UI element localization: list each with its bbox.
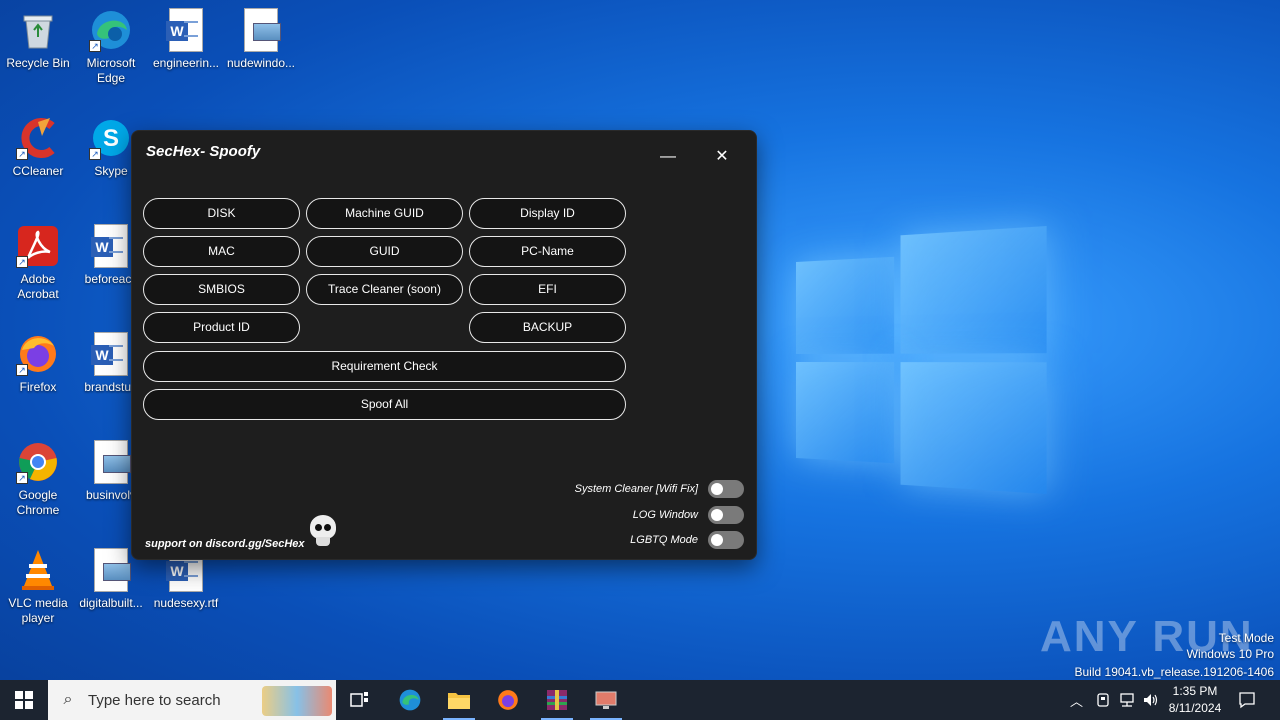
skull-icon — [308, 515, 338, 549]
close-button[interactable]: ✕ — [707, 145, 737, 169]
tray-volume-icon[interactable] — [1142, 680, 1160, 720]
lgbtq-mode-switch[interactable] — [708, 531, 744, 549]
desktop-icon-label: VLC media player — [8, 596, 68, 625]
desktop-icon-label: Firefox — [19, 380, 57, 394]
task-view-icon — [350, 692, 368, 707]
taskbar: ⌕ Type here to search ︿ 1:35 PM 8/11/202… — [0, 680, 1280, 720]
search-placeholder: Type here to search — [88, 691, 221, 709]
machine-guid-button[interactable]: Machine GUID — [306, 198, 463, 229]
image-file-icon — [94, 440, 131, 484]
display-id-button[interactable]: Display ID — [469, 198, 626, 229]
backup-button[interactable]: BACKUP — [469, 312, 626, 343]
windows-edition-text: Windows 10 Pro — [1186, 647, 1274, 661]
desktop-icon-google-chrome[interactable]: ↗ Google Chrome — [0, 440, 76, 518]
desktop-icon-vlc[interactable]: VLC media player — [0, 548, 76, 626]
smbios-button[interactable]: SMBIOS — [143, 274, 300, 305]
chevron-up-icon: ︿ — [1070, 693, 1084, 709]
image-file-icon — [244, 8, 281, 52]
image-file-icon — [94, 548, 131, 592]
acrobat-icon: ↗ — [16, 224, 60, 268]
desktop-icon-adobe-acrobat[interactable]: ↗ Adobe Acrobat — [0, 224, 76, 302]
chrome-icon: ↗ — [16, 440, 60, 484]
recycle-bin-icon — [16, 8, 60, 52]
taskbar-clock[interactable]: 1:35 PM 8/11/2024 — [1160, 683, 1230, 717]
sechex-spoofy-window: SecHex- Spoofy — ✕ DISK Machine GUID Dis… — [131, 130, 757, 560]
svg-text:S: S — [103, 125, 119, 152]
desktop-icon-label: engineerin... — [152, 56, 220, 70]
taskbar-file-explorer[interactable] — [435, 680, 483, 720]
desktop-icon-recycle-bin[interactable]: Recycle Bin — [0, 8, 76, 71]
speaker-icon — [1144, 694, 1158, 706]
app-window-icon — [595, 691, 617, 709]
network-icon — [1120, 693, 1134, 707]
desktop-icon-label: digitalbuilt... — [79, 596, 143, 610]
toggle-label: LGBTQ Mode — [630, 534, 698, 546]
requirement-check-button[interactable]: Requirement Check — [143, 351, 626, 382]
desktop-icon-label: nudesexy.rtf — [153, 596, 219, 610]
tray-device-icon[interactable] — [1095, 680, 1111, 720]
support-link[interactable]: support on discord.gg/SecHex — [145, 538, 305, 550]
build-text: Build 19041.vb_release.191206-1406 — [1074, 665, 1275, 679]
desktop-icon-ccleaner[interactable]: ↗ CCleaner — [0, 116, 76, 179]
desktop-icon-edge[interactable]: ↗ Microsoft Edge — [73, 8, 149, 86]
toggle-label: System Cleaner [Wifi Fix] — [574, 483, 698, 495]
minimize-button[interactable]: — — [653, 145, 683, 169]
notification-icon — [1239, 692, 1255, 709]
search-highlight-image — [262, 686, 332, 716]
desktop-icon-label: Microsoft Edge — [86, 56, 136, 85]
firefox-icon: ↗ — [16, 332, 60, 376]
disk-button[interactable]: DISK — [143, 198, 300, 229]
clock-time: 1:35 PM — [1172, 684, 1218, 698]
desktop-icon-label: Google Chrome — [16, 488, 60, 517]
clock-date: 8/11/2024 — [1168, 701, 1222, 715]
word-document-icon: W — [91, 332, 128, 376]
toggle-system-cleaner[interactable]: System Cleaner [Wifi Fix] — [575, 479, 744, 499]
desktop-icon-label: Adobe Acrobat — [17, 272, 59, 301]
window-title: SecHex- Spoofy — [146, 143, 261, 160]
windows-wallpaper-logo — [796, 225, 1047, 495]
usb-device-icon — [1097, 693, 1109, 707]
desktop-icon-firefox[interactable]: ↗ Firefox — [0, 332, 76, 395]
mac-button[interactable]: MAC — [143, 236, 300, 267]
toggle-label: LOG Window — [632, 509, 698, 521]
efi-button[interactable]: EFI — [469, 274, 626, 305]
system-cleaner-switch[interactable] — [708, 480, 744, 498]
toggle-lgbtq-mode[interactable]: LGBTQ Mode — [630, 530, 744, 550]
ccleaner-icon: ↗ — [16, 116, 60, 160]
product-id-button[interactable]: Product ID — [143, 312, 300, 343]
desktop-icon-label: CCleaner — [12, 164, 64, 178]
desktop-icon-label: Recycle Bin — [6, 56, 70, 70]
desktop-icon-nudewindo[interactable]: nudewindo... — [223, 8, 299, 71]
spoof-all-button[interactable]: Spoof All — [143, 389, 626, 420]
skype-icon: S ↗ — [89, 116, 133, 160]
taskbar-search-box[interactable]: ⌕ Type here to search — [48, 680, 336, 720]
action-center-button[interactable] — [1238, 680, 1256, 720]
folder-icon — [448, 693, 470, 709]
winrar-icon — [547, 690, 567, 710]
pc-name-button[interactable]: PC-Name — [469, 236, 626, 267]
taskbar-firefox[interactable] — [484, 680, 532, 720]
desktop-icon-label: nudewindo... — [226, 56, 296, 70]
taskbar-sechex-app[interactable] — [582, 680, 630, 720]
taskbar-winrar[interactable] — [533, 680, 581, 720]
windows-start-icon — [15, 691, 33, 709]
word-document-icon: W — [166, 8, 203, 52]
search-icon: ⌕ — [63, 691, 73, 708]
trace-cleaner-button[interactable]: Trace Cleaner (soon) — [306, 274, 463, 305]
firefox-icon — [498, 690, 518, 710]
log-window-switch[interactable] — [708, 506, 744, 524]
edge-icon: ↗ — [89, 8, 133, 52]
word-document-icon: W — [91, 224, 128, 268]
vlc-icon — [16, 548, 60, 592]
test-mode-text: Test Mode — [1218, 631, 1274, 645]
guid-button[interactable]: GUID — [306, 236, 463, 267]
tray-network-icon[interactable] — [1118, 680, 1136, 720]
show-hidden-icons-button[interactable]: ︿ — [1070, 680, 1083, 720]
taskbar-edge[interactable] — [386, 680, 434, 720]
start-button[interactable] — [0, 680, 48, 720]
toggle-log-window[interactable]: LOG Window — [633, 505, 744, 525]
edge-icon — [399, 689, 421, 711]
task-view-button[interactable] — [336, 680, 384, 720]
desktop-icon-engineering-doc[interactable]: W engineerin... — [148, 8, 224, 71]
